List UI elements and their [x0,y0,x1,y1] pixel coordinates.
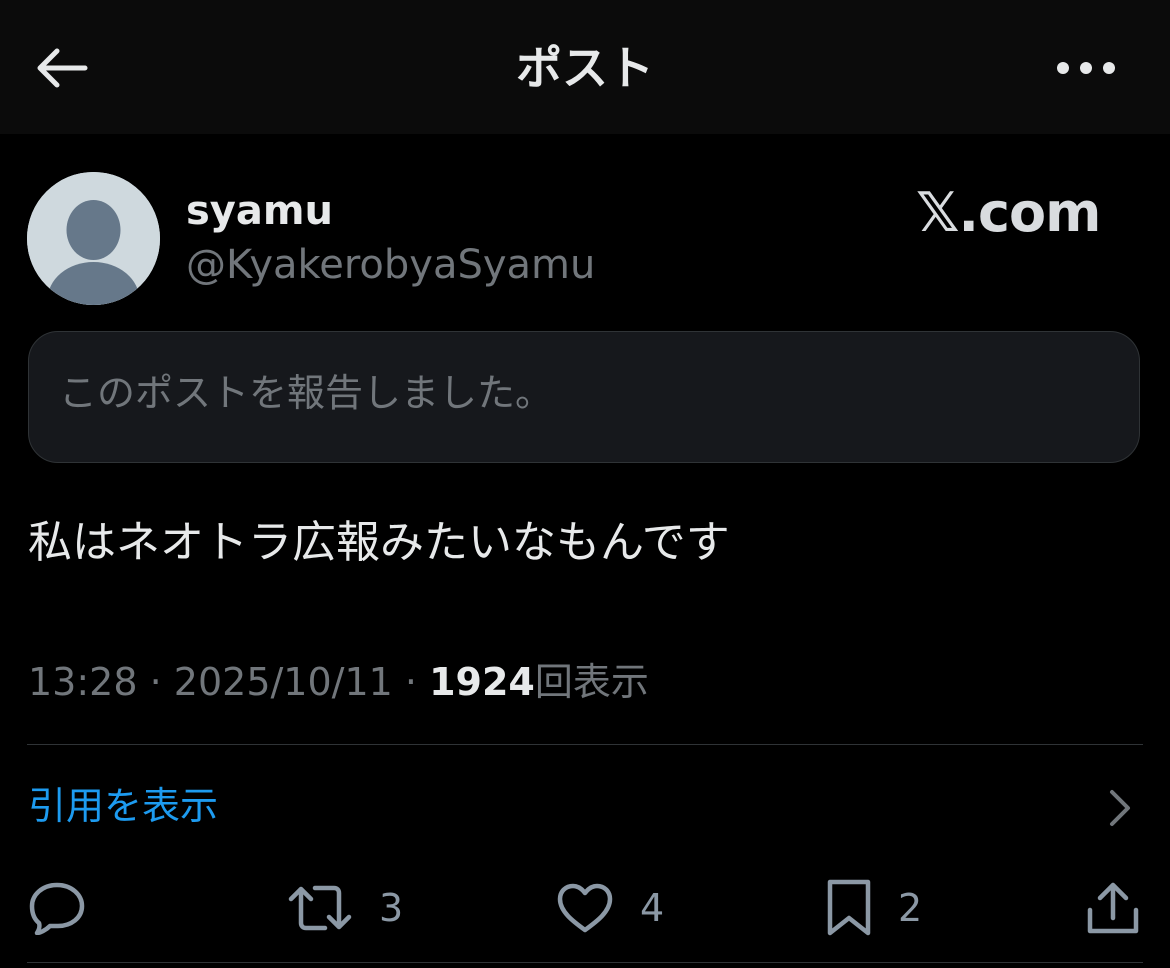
repost-icon [287,883,353,933]
more-horizontal-icon [1056,61,1116,75]
bookmark-count: 2 [898,886,923,930]
post-time[interactable]: 13:28 [28,660,138,704]
page-title: ポスト [516,41,654,95]
author-handle[interactable]: @KyakerobyaSyamu [186,240,595,290]
view-quotes-row[interactable]: 引用を表示 [0,746,1170,864]
views-count[interactable]: 1924 [429,660,535,704]
report-notice: このポストを報告しました。 [28,331,1140,463]
post-text: 私はネオトラ広報みたいなもんです [28,517,730,568]
chevron-right-icon [1106,788,1134,828]
views-label: 回表示 [534,660,649,704]
meta-separator: · [404,660,418,704]
x-com-watermark: 𝕏.com [916,181,1101,244]
share-icon [1086,880,1140,936]
heart-icon [556,882,614,934]
reply-button[interactable] [28,872,86,944]
meta-separator: · [149,660,162,704]
post-date[interactable]: 2025/10/11 [174,660,393,704]
report-notice-text: このポストを報告しました。 [59,371,554,415]
like-button[interactable]: 4 [556,872,664,944]
repost-button[interactable]: 3 [287,872,403,944]
divider [27,962,1143,963]
divider [27,744,1143,745]
more-options-button[interactable] [1050,40,1122,96]
avatar[interactable] [27,172,160,305]
top-bar: ポスト [0,0,1170,134]
bookmark-button[interactable]: 2 [826,872,922,944]
like-count: 4 [640,886,665,930]
author-display-name[interactable]: syamu [186,186,333,236]
view-quotes-link[interactable]: 引用を表示 [28,781,218,831]
post-meta: 13:28 · 2025/10/11 · 1924回表示 [28,656,649,708]
bookmark-icon [826,878,872,938]
reply-icon [28,881,86,935]
share-button[interactable] [1086,872,1140,944]
repost-count: 3 [379,886,404,930]
default-avatar-icon [27,172,160,305]
